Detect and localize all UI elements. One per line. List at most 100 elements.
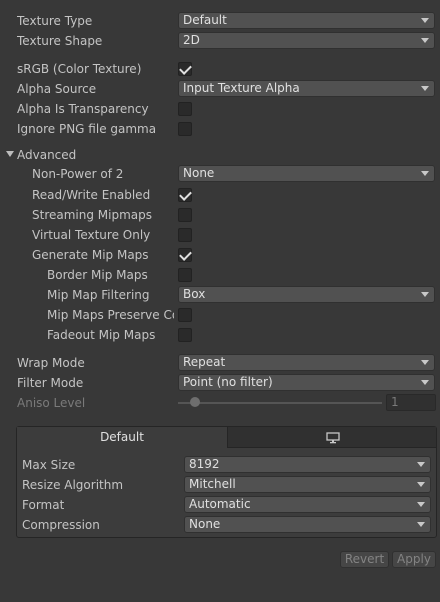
streaming-mipmaps-row: Streaming Mipmaps xyxy=(0,205,440,225)
chevron-down-icon xyxy=(421,86,429,91)
texture-shape-label: Texture Shape xyxy=(17,34,103,48)
compression-value: None xyxy=(189,517,221,531)
chevron-down-icon xyxy=(421,380,429,385)
fadeout-mip-maps-row: Fadeout Mip Maps xyxy=(0,325,440,345)
read-write-label: Read/Write Enabled xyxy=(32,188,151,202)
border-mip-maps-label: Border Mip Maps xyxy=(47,268,148,282)
non-power-of-2-label: Non-Power of 2 xyxy=(32,167,124,181)
resize-algorithm-dropdown[interactable]: Mitchell xyxy=(184,476,431,493)
alpha-source-dropdown[interactable]: Input Texture Alpha xyxy=(178,80,435,97)
mip-map-filtering-value: Box xyxy=(183,287,206,301)
mip-maps-preserve-coverage-row: Mip Maps Preserve Coverage xyxy=(0,305,440,325)
chevron-down-icon xyxy=(417,462,425,467)
alpha-is-transparency-label: Alpha Is Transparency xyxy=(17,102,149,116)
filter-mode-dropdown[interactable]: Point (no filter) xyxy=(178,374,435,391)
compression-row: Compression None xyxy=(17,515,436,535)
non-power-of-2-dropdown[interactable]: None xyxy=(178,165,435,182)
read-write-row: Read/Write Enabled xyxy=(0,185,440,205)
border-mip-maps-checkbox[interactable] xyxy=(178,268,192,282)
check-icon xyxy=(179,248,192,261)
platform-settings-panel: Default Max Size 8192 Resize Algorithm M… xyxy=(16,426,437,538)
border-mip-maps-row: Border Mip Maps xyxy=(0,265,440,285)
ignore-png-gamma-row: Ignore PNG file gamma xyxy=(0,119,440,139)
virtual-texture-only-row: Virtual Texture Only xyxy=(0,225,440,245)
mip-map-filtering-dropdown[interactable]: Box xyxy=(178,286,435,303)
read-write-checkbox[interactable] xyxy=(178,188,192,202)
aniso-level-row: Aniso Level 1 xyxy=(0,393,440,413)
filter-mode-value: Point (no filter) xyxy=(183,375,273,389)
texture-type-dropdown[interactable]: Default xyxy=(178,12,435,29)
texture-type-row: Texture Type Default xyxy=(0,11,440,31)
virtual-texture-only-checkbox[interactable] xyxy=(178,228,192,242)
format-row: Format Automatic xyxy=(17,495,436,515)
format-value: Automatic xyxy=(189,497,251,511)
non-power-of-2-row: Non-Power of 2 None xyxy=(0,164,440,184)
alpha-is-transparency-row: Alpha Is Transparency xyxy=(0,99,440,119)
apply-button[interactable]: Apply xyxy=(392,551,436,568)
mip-map-filtering-row: Mip Map Filtering Box xyxy=(0,285,440,305)
chevron-down-icon xyxy=(421,292,429,297)
chevron-down-icon xyxy=(421,360,429,365)
mip-maps-preserve-coverage-checkbox[interactable] xyxy=(178,308,192,322)
srgb-checkbox[interactable] xyxy=(178,62,192,76)
alpha-source-label: Alpha Source xyxy=(17,82,97,96)
revert-button[interactable]: Revert xyxy=(340,551,389,568)
srgb-label: sRGB (Color Texture) xyxy=(17,62,142,76)
wrap-mode-row: Wrap Mode Repeat xyxy=(0,353,440,373)
format-label: Format xyxy=(22,498,65,512)
advanced-label: Advanced xyxy=(17,148,77,162)
texture-type-label: Texture Type xyxy=(17,14,93,28)
mip-maps-preserve-coverage-label: Mip Maps Preserve Coverage xyxy=(47,308,174,322)
alpha-source-value: Input Texture Alpha xyxy=(183,81,300,95)
alpha-is-transparency-checkbox[interactable] xyxy=(178,102,192,116)
texture-shape-dropdown[interactable]: 2D xyxy=(178,32,435,49)
aniso-level-slider-thumb[interactable] xyxy=(190,397,200,407)
wrap-mode-value: Repeat xyxy=(183,355,226,369)
aniso-level-label: Aniso Level xyxy=(17,396,86,410)
advanced-foldout[interactable]: Advanced xyxy=(0,145,440,165)
mip-map-filtering-label: Mip Map Filtering xyxy=(47,288,150,302)
wrap-mode-dropdown[interactable]: Repeat xyxy=(178,354,435,371)
compression-dropdown[interactable]: None xyxy=(184,516,431,533)
filter-mode-label: Filter Mode xyxy=(17,376,84,390)
streaming-mipmaps-label: Streaming Mipmaps xyxy=(32,208,153,222)
resize-algorithm-label: Resize Algorithm xyxy=(22,478,124,492)
max-size-row: Max Size 8192 xyxy=(17,455,436,475)
aniso-level-slider-track[interactable] xyxy=(178,402,382,404)
chevron-down-icon xyxy=(417,482,425,487)
generate-mip-maps-checkbox[interactable] xyxy=(178,248,192,262)
fadeout-mip-maps-label: Fadeout Mip Maps xyxy=(47,328,156,342)
fadeout-mip-maps-checkbox[interactable] xyxy=(178,328,192,342)
virtual-texture-only-label: Virtual Texture Only xyxy=(32,228,151,242)
filter-mode-row: Filter Mode Point (no filter) xyxy=(0,373,440,393)
chevron-down-icon xyxy=(417,502,425,507)
generate-mip-maps-label: Generate Mip Maps xyxy=(32,248,149,262)
monitor-icon xyxy=(326,432,340,444)
check-icon xyxy=(179,62,192,75)
resize-algorithm-value: Mitchell xyxy=(189,477,236,491)
check-icon xyxy=(179,188,192,201)
max-size-value: 8192 xyxy=(189,457,220,471)
non-power-of-2-value: None xyxy=(183,166,215,180)
tab-standalone[interactable] xyxy=(227,427,436,448)
compression-label: Compression xyxy=(22,518,100,532)
chevron-down-icon xyxy=(421,171,429,176)
chevron-down-icon xyxy=(417,522,425,527)
ignore-png-gamma-label: Ignore PNG file gamma xyxy=(17,122,157,136)
max-size-label: Max Size xyxy=(22,458,76,472)
texture-shape-value: 2D xyxy=(183,33,200,47)
format-dropdown[interactable]: Automatic xyxy=(184,496,431,513)
generate-mip-maps-row: Generate Mip Maps xyxy=(0,245,440,265)
wrap-mode-label: Wrap Mode xyxy=(17,356,85,370)
srgb-row: sRGB (Color Texture) xyxy=(0,59,440,79)
ignore-png-gamma-checkbox[interactable] xyxy=(178,122,192,136)
max-size-dropdown[interactable]: 8192 xyxy=(184,456,431,473)
chevron-down-icon xyxy=(421,18,429,23)
streaming-mipmaps-checkbox[interactable] xyxy=(178,208,192,222)
resize-algorithm-row: Resize Algorithm Mitchell xyxy=(17,475,436,495)
texture-type-value: Default xyxy=(183,13,227,27)
texture-shape-row: Texture Shape 2D xyxy=(0,31,440,51)
aniso-level-input[interactable]: 1 xyxy=(386,394,436,411)
foldout-arrow-icon xyxy=(6,151,14,157)
tab-default[interactable]: Default xyxy=(17,427,227,448)
